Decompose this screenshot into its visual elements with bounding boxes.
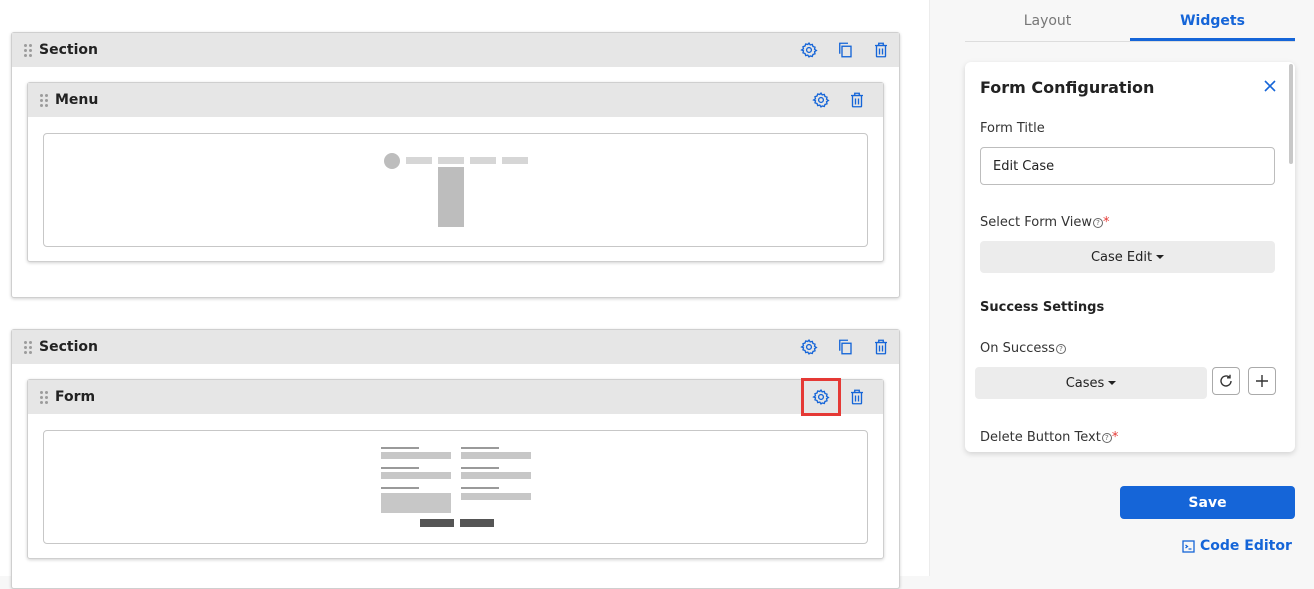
gear-icon[interactable] [801, 378, 841, 416]
panel-tabs: Layout Widgets [965, 0, 1295, 42]
copy-icon[interactable] [827, 330, 863, 364]
form-widget[interactable]: Form [27, 378, 884, 559]
form-preview-thumbnail [43, 430, 868, 544]
code-editor-link[interactable]: Code Editor [1182, 538, 1292, 554]
trash-icon[interactable] [863, 33, 899, 67]
widget-title: Menu [55, 92, 99, 108]
scrollbar[interactable] [1289, 64, 1293, 164]
page-builder-canvas: Section Menu Section Form [0, 0, 930, 589]
caret-down-icon [1156, 255, 1165, 259]
refresh-button[interactable] [1212, 367, 1240, 395]
refresh-icon [1220, 374, 1232, 387]
drag-handle-icon[interactable] [24, 43, 32, 57]
menu-widget[interactable]: Menu [27, 82, 884, 262]
trash-icon[interactable] [839, 83, 875, 117]
gear-icon[interactable] [791, 330, 827, 364]
success-settings-heading: Success Settings [980, 300, 1105, 315]
caret-down-icon [1108, 381, 1117, 385]
form-configuration-card: Form Configuration Form Title Select For… [965, 62, 1295, 452]
drag-handle-icon[interactable] [24, 340, 32, 354]
add-button[interactable] [1248, 367, 1276, 395]
section-block[interactable]: Section Form [11, 329, 900, 589]
trash-icon[interactable] [839, 380, 875, 414]
section-block[interactable]: Section Menu [11, 32, 900, 298]
drag-handle-icon[interactable] [40, 93, 48, 107]
required-mark: * [1111, 430, 1119, 445]
form-title-input[interactable] [980, 147, 1275, 185]
gear-icon[interactable] [803, 83, 839, 117]
widget-title: Form [55, 389, 96, 405]
required-mark: * [1102, 215, 1110, 230]
delete-button-text-label: Delete Button Text? * [980, 430, 1119, 445]
section-title: Section [39, 339, 98, 355]
section-title: Section [39, 42, 98, 58]
code-editor-icon [1182, 539, 1195, 553]
help-icon[interactable]: ? [1101, 433, 1112, 443]
gear-icon[interactable] [791, 33, 827, 67]
widget-header: Form [28, 378, 883, 416]
on-success-select[interactable]: Cases [975, 367, 1207, 399]
form-title-label: Form Title [980, 121, 1045, 136]
save-button[interactable]: Save [1120, 486, 1295, 519]
section-header: Section [12, 330, 899, 364]
trash-icon[interactable] [863, 330, 899, 364]
form-view-label: Select Form View? * [980, 215, 1110, 230]
form-view-select[interactable]: Case Edit [980, 241, 1275, 273]
card-title: Form Configuration [980, 78, 1155, 97]
help-icon[interactable]: ? [1092, 218, 1103, 228]
help-icon[interactable]: ? [1055, 344, 1066, 354]
section-header: Section [12, 33, 899, 67]
plus-icon [1256, 375, 1268, 387]
widget-header: Menu [28, 83, 883, 117]
on-success-label: On Success? [980, 341, 1066, 356]
close-icon[interactable] [1263, 79, 1277, 93]
drag-handle-icon[interactable] [40, 390, 48, 404]
tab-layout[interactable]: Layout [965, 0, 1130, 41]
menu-preview-thumbnail [43, 133, 868, 247]
tab-widgets[interactable]: Widgets [1130, 0, 1295, 41]
copy-icon[interactable] [827, 33, 863, 67]
settings-panel: Layout Widgets Form Configuration Form T… [945, 0, 1314, 576]
